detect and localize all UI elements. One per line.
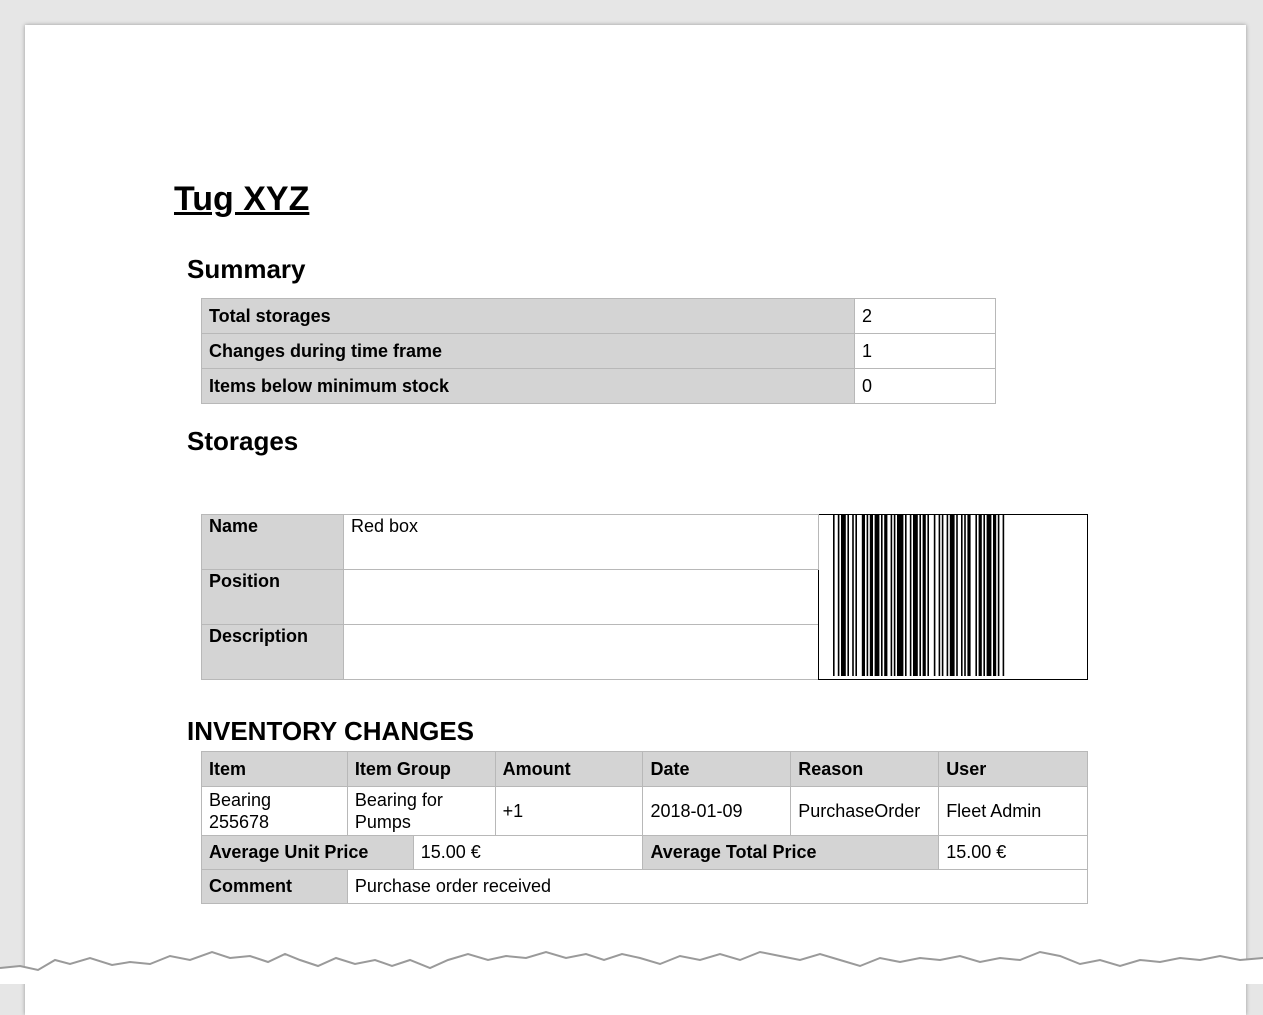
barcode-bar bbox=[884, 515, 888, 676]
barcode-bar bbox=[983, 515, 985, 676]
column-header-amount: Amount bbox=[494, 751, 644, 787]
avg-unit-price-label: Average Unit Price bbox=[201, 835, 414, 870]
barcode-bar bbox=[967, 515, 971, 676]
barcode-bar bbox=[938, 515, 941, 676]
storages-heading: Storages bbox=[187, 426, 299, 456]
storage-name-label: Name bbox=[201, 514, 344, 570]
amount-cell: +1 bbox=[494, 786, 644, 836]
barcode-bar bbox=[956, 515, 958, 676]
barcode-bar bbox=[833, 515, 835, 676]
barcode-bar bbox=[866, 515, 869, 676]
barcode-bar bbox=[893, 515, 896, 676]
barcode-bar bbox=[869, 515, 873, 676]
item-cell: Bearing 255678 bbox=[201, 786, 348, 836]
barcode-bar bbox=[949, 515, 955, 676]
summary-heading: Summary bbox=[187, 254, 306, 284]
barcode-bar bbox=[852, 515, 854, 676]
summary-label: Total storages bbox=[201, 298, 855, 334]
barcode-bar bbox=[909, 515, 912, 676]
barcode-bar bbox=[841, 515, 846, 676]
table-row: Total storages 2 bbox=[201, 298, 996, 334]
barcode-bar bbox=[897, 515, 904, 676]
storage-description-value bbox=[343, 624, 819, 680]
barcode-bar bbox=[881, 515, 883, 676]
item-group-cell: Bearing for Pumps bbox=[346, 786, 496, 836]
comment-value: Purchase order received bbox=[346, 869, 1089, 904]
table-row: Comment Purchase order received bbox=[201, 869, 1089, 904]
storage-name-value: Red box bbox=[343, 514, 819, 570]
barcode-bar bbox=[975, 515, 977, 676]
barcode-bar bbox=[961, 515, 963, 676]
torn-page-edge bbox=[0, 950, 1263, 984]
avg-total-price-value: 15.00 € bbox=[938, 835, 1088, 870]
summary-label: Changes during time frame bbox=[201, 333, 855, 369]
column-header-reason: Reason bbox=[790, 751, 940, 787]
barcode bbox=[818, 514, 1088, 680]
barcode-bar bbox=[913, 515, 918, 676]
barcode-bar bbox=[941, 515, 944, 676]
inventory-changes-heading: INVENTORY CHANGES bbox=[187, 716, 475, 746]
summary-value: 0 bbox=[854, 368, 996, 404]
barcode-bar bbox=[933, 515, 936, 676]
item-name: Bearing bbox=[209, 790, 272, 810]
inventory-changes-table: Item Item Group Amount Date Reason User … bbox=[201, 751, 1089, 904]
table-row: Changes during time frame 1 bbox=[201, 333, 996, 369]
table-row: Average Unit Price 15.00 € Average Total… bbox=[201, 835, 1088, 870]
table-header-row: Item Item Group Amount Date Reason User bbox=[201, 751, 1088, 787]
storage-position-label: Position bbox=[201, 569, 344, 625]
barcode-bar bbox=[922, 515, 926, 676]
barcode-bar bbox=[993, 515, 997, 676]
barcode-bar bbox=[986, 515, 992, 676]
barcode-bar bbox=[874, 515, 880, 676]
column-header-user: User bbox=[938, 751, 1088, 787]
storage-position-value bbox=[343, 569, 819, 625]
barcode-bar bbox=[946, 515, 949, 676]
summary-label: Items below minimum stock bbox=[201, 368, 855, 404]
barcode-bar bbox=[847, 515, 849, 676]
barcode-bar bbox=[855, 515, 857, 676]
user-cell: Fleet Admin bbox=[938, 786, 1088, 836]
barcode-bar bbox=[997, 515, 1000, 676]
barcode-bar bbox=[978, 515, 982, 676]
barcode-bar bbox=[927, 515, 929, 676]
summary-table: Total storages 2 Changes during time fra… bbox=[201, 298, 996, 404]
comment-label: Comment bbox=[201, 869, 348, 904]
summary-value: 1 bbox=[854, 333, 996, 369]
barcode-bar bbox=[905, 515, 907, 676]
barcode-bar bbox=[1002, 515, 1005, 676]
summary-value: 2 bbox=[854, 298, 996, 334]
barcode-bar bbox=[890, 515, 893, 676]
avg-total-price-label: Average Total Price bbox=[642, 835, 940, 870]
item-number: 255678 bbox=[209, 812, 270, 832]
table-row: Name Red box bbox=[201, 514, 1088, 680]
column-header-date: Date bbox=[642, 751, 792, 787]
avg-total-price-label-text: Average Total Price bbox=[650, 842, 817, 862]
barcode-bar bbox=[861, 515, 865, 676]
barcode-image bbox=[833, 515, 1005, 676]
reason-cell: PurchaseOrder bbox=[790, 786, 940, 836]
column-header-item: Item bbox=[201, 751, 348, 787]
avg-unit-price-value: 15.00 € bbox=[412, 835, 644, 870]
storage-table: Name Red box Position Description bbox=[201, 514, 1088, 680]
storage-description-label: Description bbox=[201, 624, 344, 680]
column-header-item-group: Item Group bbox=[346, 751, 496, 787]
table-row: Items below minimum stock 0 bbox=[201, 368, 996, 404]
date-cell: 2018-01-09 bbox=[642, 786, 792, 836]
document-title: Tug XYZ bbox=[174, 180, 310, 218]
table-row: Bearing 255678 Bearing for Pumps +1 2018… bbox=[201, 786, 1088, 836]
barcode-bar bbox=[964, 515, 966, 676]
item-group-line: Pumps bbox=[354, 812, 411, 832]
barcode-bar bbox=[919, 515, 921, 676]
item-group-line: Bearing for bbox=[354, 790, 443, 810]
barcode-bar bbox=[837, 515, 840, 676]
